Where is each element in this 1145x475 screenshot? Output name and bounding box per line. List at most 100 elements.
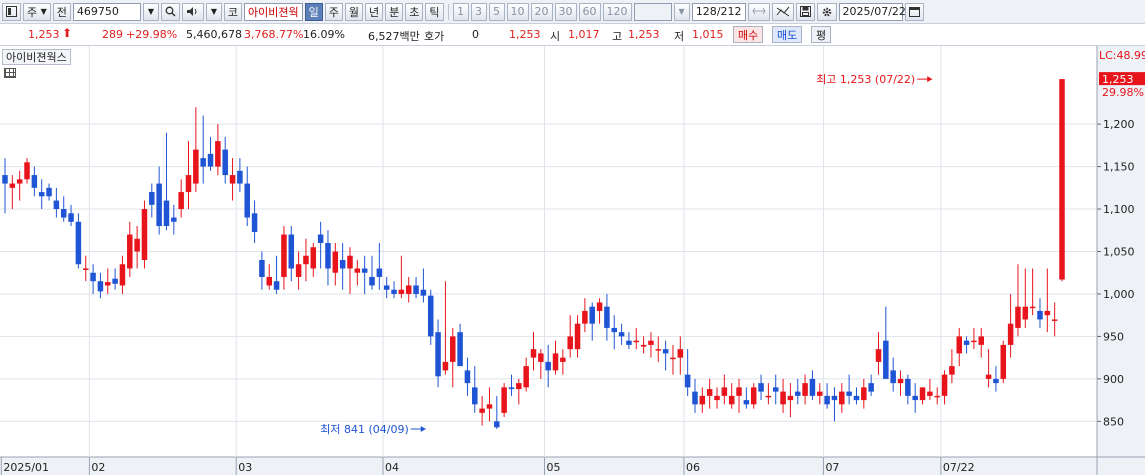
chart-layout-icon[interactable] [2, 2, 21, 21]
candle-body [963, 340, 970, 345]
candle-body [1029, 306, 1036, 309]
candle-body [750, 387, 757, 405]
candle-body [347, 255, 353, 269]
candle-body [97, 281, 104, 292]
last-price-label: 1,253 [1102, 73, 1134, 86]
candle-body [1000, 344, 1007, 379]
count-field[interactable]: 128/212 [691, 2, 746, 21]
candle-body [427, 295, 434, 337]
save-button[interactable] [795, 2, 815, 21]
y-tick-label: 1,100 [1103, 203, 1135, 216]
open-price: 1,017 [568, 28, 600, 41]
interval-5-button[interactable]: 5 [488, 2, 505, 21]
candle-body [31, 175, 38, 188]
candle-body [633, 340, 640, 343]
candle-body [699, 395, 706, 405]
candle-body [303, 255, 309, 265]
interval-60-button[interactable]: 60 [578, 2, 601, 21]
x-tick-label: 05 [547, 461, 561, 474]
code-input[interactable]: 469750 [72, 2, 141, 21]
candle-body [1037, 310, 1043, 320]
candle-body [538, 353, 544, 362]
y-axis-panel [1097, 46, 1145, 475]
candlestick-chart[interactable]: 850 900 950 1,000 1,050 1,100 1,150 1,200 2025/0… [0, 46, 1145, 475]
code-dropdown-button[interactable]: ▼ [142, 2, 159, 21]
sound-button[interactable] [181, 2, 204, 21]
search-button[interactable] [160, 2, 180, 21]
interval-20-button[interactable]: 20 [530, 2, 553, 21]
period-second-button[interactable]: 초 [405, 2, 424, 21]
period-day-button[interactable]: 일 [304, 2, 323, 21]
settings-button[interactable] [816, 2, 837, 21]
candle-body [134, 238, 140, 252]
chart-area[interactable]: 아이비젼웍스 850 900 950 1,000 1,050 1,100 1,150 1,20… [0, 46, 1145, 475]
interval-input[interactable] [633, 2, 672, 21]
candle-body [736, 387, 742, 396]
chart-title: 아이비젼웍스 [2, 49, 71, 65]
volume: 5,460,678 [186, 28, 242, 41]
prev-button[interactable]: 전 [52, 2, 71, 21]
candle-body [508, 387, 515, 390]
interval-dropdown-button[interactable]: ▼ [673, 2, 690, 21]
interval-3-button[interactable]: 3 [470, 2, 487, 21]
grid-icon[interactable] [4, 68, 16, 78]
candle-body [809, 378, 816, 396]
bid-price: 1,253 [509, 28, 541, 41]
candle-body [229, 175, 236, 184]
price-change-pct: +29.98% [126, 28, 178, 41]
market-select[interactable]: 주 ▼ [23, 2, 51, 21]
calendar-button[interactable] [904, 2, 924, 21]
high-label: 고 [612, 30, 623, 43]
x-tick-label: 03 [238, 461, 252, 474]
candle-body [60, 209, 67, 218]
candle-body [339, 259, 346, 269]
candle-body [281, 234, 287, 277]
candle-body [149, 192, 155, 205]
interval-1-button[interactable]: 1 [452, 2, 469, 21]
y-tick-label: 900 [1103, 373, 1124, 386]
period-week-button[interactable]: 주 [324, 2, 343, 21]
interval-10-button[interactable]: 10 [506, 2, 529, 21]
period-tick-button[interactable]: 틱 [425, 2, 444, 21]
chart-scroll-icon [751, 7, 766, 15]
period-minute-button[interactable]: 분 [385, 2, 404, 21]
candle-body [648, 340, 654, 345]
x-tick-label: 07/22 [943, 461, 975, 474]
candle-body [38, 192, 45, 197]
sound-dropdown-button[interactable]: ▼ [205, 2, 222, 21]
y-tick-label: 1,050 [1103, 246, 1135, 259]
candle-body [68, 213, 74, 222]
up-arrow-icon: ⬆ [62, 26, 73, 40]
candle-body [1015, 306, 1021, 328]
candle-body [589, 306, 595, 324]
candle-body [266, 276, 273, 286]
candle-body [75, 221, 82, 265]
low-annotation: 최저 841 (04/09) [320, 423, 409, 436]
date-input[interactable]: 2025/07/22 [838, 2, 906, 21]
toolbar: 주 ▼ 전 469750 ▼ ▼ 코 아이비젼웍 일 주 월 년 분 초 틱 1… [0, 0, 1145, 24]
price-change: 289 [102, 28, 123, 41]
candle-body [655, 349, 662, 351]
interval-120-button[interactable]: 120 [602, 2, 632, 21]
interval-30-button[interactable]: 30 [554, 2, 577, 21]
period-year-button[interactable]: 년 [365, 2, 384, 21]
chart-compare-icon [776, 6, 789, 17]
candle-body [684, 374, 691, 388]
period-month-button[interactable]: 월 [344, 2, 364, 21]
y-tick-label: 850 [1103, 415, 1124, 428]
chevron-down-icon: ▼ [210, 7, 217, 16]
candle-body [486, 404, 493, 409]
candle-body [670, 357, 676, 360]
candle-body [934, 395, 940, 398]
candle-body [317, 234, 324, 244]
candle-body [105, 282, 111, 286]
eval-button[interactable]: 평 [811, 26, 832, 43]
sell-button[interactable]: 매도 [772, 26, 803, 43]
bid-label: 호가 [424, 30, 445, 43]
buy-button[interactable]: 매수 [733, 26, 764, 43]
candle-body [890, 370, 896, 384]
compare-button[interactable] [771, 2, 794, 21]
quote-bar: 1,253 ⬆ 289 +29.98% 5,460,678 3,768.77% … [0, 24, 1145, 46]
scroll-button[interactable] [747, 2, 770, 21]
candle-body [875, 349, 882, 362]
